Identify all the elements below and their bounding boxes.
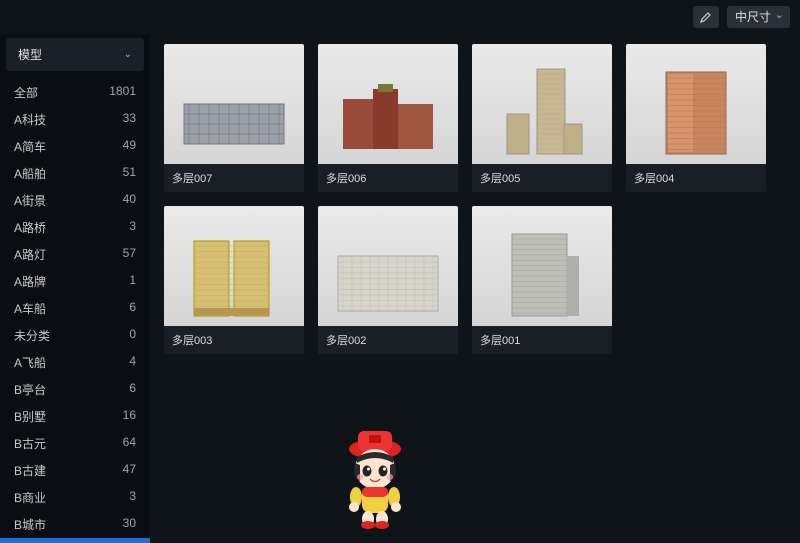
- category-item-label: 未分类: [14, 327, 50, 344]
- edit-button[interactable]: [693, 6, 719, 28]
- category-item[interactable]: B亭台 6: [0, 376, 150, 403]
- category-item[interactable]: A科技 33: [0, 106, 150, 133]
- model-card-label: 多层006: [318, 164, 458, 192]
- model-thumbnail: [164, 206, 304, 326]
- category-item-label: A科技: [14, 111, 46, 128]
- category-list: 全部1801A科技33A简车49A船舶51A街景40A路桥3A路灯57A路牌1A…: [0, 79, 150, 543]
- model-card-label: 多层007: [164, 164, 304, 192]
- category-item-label: A路桥: [14, 219, 46, 236]
- category-item-count: 40: [123, 192, 136, 209]
- category-item-count: 64: [123, 435, 136, 452]
- category-item[interactable]: A路灯 57: [0, 241, 150, 268]
- category-item-label: A街景: [14, 192, 46, 209]
- category-item-count: 33: [123, 111, 136, 128]
- category-item-label: B古元: [14, 435, 46, 452]
- category-item[interactable]: B多层7: [0, 538, 150, 543]
- model-card-label: 多层001: [472, 326, 612, 354]
- model-thumbnail: [626, 44, 766, 164]
- model-card[interactable]: 多层003: [164, 206, 304, 354]
- model-thumbnail: [472, 44, 612, 164]
- category-item[interactable]: 未分类 0: [0, 322, 150, 349]
- category-item-label: B古建: [14, 462, 46, 479]
- category-item[interactable]: A船舶 51: [0, 160, 150, 187]
- category-item-count: 16: [123, 408, 136, 425]
- pencil-icon: [700, 11, 712, 23]
- category-item[interactable]: A车船 6: [0, 295, 150, 322]
- category-item[interactable]: A路桥 3: [0, 214, 150, 241]
- category-item-label: B别墅: [14, 408, 46, 425]
- category-item-count: 49: [123, 138, 136, 155]
- category-item-count: 1: [129, 273, 136, 290]
- model-card[interactable]: 多层005: [472, 44, 612, 192]
- category-item-label: A简车: [14, 138, 46, 155]
- model-card-label: 多层005: [472, 164, 612, 192]
- model-grid: 多层007 多层006 多层005 多层004 多层003 多层002 多层001: [164, 44, 786, 354]
- model-card[interactable]: 多层001: [472, 206, 612, 354]
- size-select-wrap: 中尺寸: [727, 6, 790, 28]
- category-item-count: 57: [123, 246, 136, 263]
- category-item-count: 6: [129, 300, 136, 317]
- model-card[interactable]: 多层006: [318, 44, 458, 192]
- sidebar: 模型 ⌄ 全部1801A科技33A简车49A船舶51A街景40A路桥3A路灯57…: [0, 34, 150, 543]
- category-item-count: 0: [129, 327, 136, 344]
- category-item[interactable]: B商业 3: [0, 484, 150, 511]
- category-item-count: 51: [123, 165, 136, 182]
- category-item-count: 6: [129, 381, 136, 398]
- main-area: 模型 ⌄ 全部1801A科技33A简车49A船舶51A街景40A路桥3A路灯57…: [0, 34, 800, 543]
- model-thumbnail: [164, 44, 304, 164]
- model-card[interactable]: 多层002: [318, 206, 458, 354]
- model-card[interactable]: 多层004: [626, 44, 766, 192]
- model-thumbnail: [318, 44, 458, 164]
- category-item-label: B商业: [14, 489, 46, 506]
- chevron-down-icon: ⌄: [124, 49, 132, 60]
- category-item-count: 3: [129, 489, 136, 506]
- model-thumbnail: [472, 206, 612, 326]
- category-item[interactable]: A简车 49: [0, 133, 150, 160]
- category-item[interactable]: B古建 47: [0, 457, 150, 484]
- category-item[interactable]: B别墅 16: [0, 403, 150, 430]
- model-card-label: 多层002: [318, 326, 458, 354]
- category-item[interactable]: B城市 30: [0, 511, 150, 538]
- category-item-count: 1801: [109, 84, 136, 101]
- model-card[interactable]: 多层007: [164, 44, 304, 192]
- category-header-label: 模型: [18, 46, 42, 63]
- model-card-label: 多层004: [626, 164, 766, 192]
- category-item-label: 全部: [14, 84, 38, 101]
- category-item-count: 47: [123, 462, 136, 479]
- model-card-label: 多层003: [164, 326, 304, 354]
- category-item[interactable]: 全部 1801: [0, 79, 150, 106]
- category-item-label: A路牌: [14, 273, 46, 290]
- top-toolbar: 中尺寸: [0, 0, 800, 34]
- size-select[interactable]: 中尺寸: [727, 6, 790, 28]
- category-item-label: A船舶: [14, 165, 46, 182]
- category-item-label: B城市: [14, 516, 46, 533]
- category-item-label: A飞船: [14, 354, 46, 371]
- category-item-count: 3: [129, 219, 136, 236]
- category-item-label: A路灯: [14, 246, 46, 263]
- model-thumbnail: [318, 206, 458, 326]
- category-item-label: B亭台: [14, 381, 46, 398]
- category-header[interactable]: 模型 ⌄: [6, 38, 144, 71]
- category-item-count: 4: [129, 354, 136, 371]
- category-item-count: 30: [123, 516, 136, 533]
- content-area: 多层007 多层006 多层005 多层004 多层003 多层002 多层001: [150, 34, 800, 543]
- category-item[interactable]: A街景 40: [0, 187, 150, 214]
- category-item[interactable]: A飞船 4: [0, 349, 150, 376]
- category-item[interactable]: A路牌 1: [0, 268, 150, 295]
- category-item-label: A车船: [14, 300, 46, 317]
- category-item[interactable]: B古元 64: [0, 430, 150, 457]
